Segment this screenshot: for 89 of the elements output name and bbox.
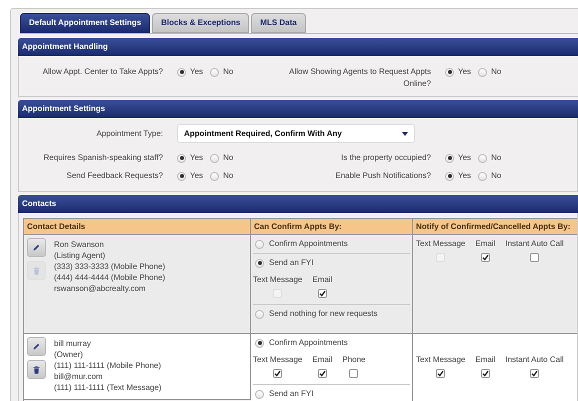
radio-button[interactable] — [445, 172, 454, 180]
radio-button[interactable] — [255, 338, 264, 348]
radio-button[interactable] — [177, 154, 186, 162]
column-header: Notify of Confirmed/Cancelled Appts By: — [413, 219, 577, 235]
contact-detail: bill murray — [54, 338, 92, 349]
option-label: Yes — [190, 152, 204, 164]
checkbox-label: Email — [475, 238, 496, 250]
section-header: Appointment Settings — [18, 100, 578, 118]
radio-button[interactable] — [210, 154, 220, 162]
radio-button[interactable] — [445, 68, 454, 76]
delete-button[interactable] — [27, 360, 46, 379]
radio-button[interactable] — [177, 172, 186, 180]
checkbox-label: Instant Auto Call — [505, 354, 564, 366]
checkbox-label: Email — [312, 274, 332, 286]
option-label: Yes — [458, 170, 472, 182]
radio-button[interactable] — [445, 154, 454, 162]
checkbox[interactable] — [318, 289, 327, 298]
contact-detail: (333) 333-3333 (Mobile Phone) — [54, 261, 166, 272]
question-label: Send Feedback Requests? — [65, 170, 164, 182]
checkbox-label: Email — [475, 354, 496, 366]
question-label: Allow Showing Agents to Request Appts Online? — [288, 66, 432, 90]
column-header: Contact Details — [24, 219, 251, 235]
checkbox[interactable] — [318, 369, 327, 378]
radio-button[interactable] — [255, 258, 264, 268]
checkbox-label: Text Message — [416, 238, 466, 250]
radio-button[interactable] — [478, 68, 488, 76]
option-label: No — [223, 66, 234, 78]
edit-button[interactable] — [27, 238, 46, 257]
radio-button[interactable] — [255, 310, 264, 318]
checkbox[interactable] — [530, 369, 539, 378]
question-label: Allow Appt. Center to Take Appts? — [42, 66, 164, 78]
option-label: Send an FYI — [269, 257, 314, 269]
radio-button[interactable] — [210, 172, 220, 180]
option-label: No — [491, 170, 502, 182]
checkbox-label: Email — [312, 354, 332, 366]
column-header: Can Confirm Appts By: — [251, 219, 413, 235]
pencil-icon — [33, 343, 40, 350]
radio-button[interactable] — [255, 390, 264, 398]
radio-button[interactable] — [478, 172, 488, 180]
appointment-type-dropdown[interactable]: Appointment Required, Confirm With Any — [177, 124, 415, 143]
checkbox-label: Instant Auto Call — [505, 238, 564, 250]
contact-detail: (111) 111-1111 (Text Message) — [54, 382, 162, 393]
pencil-icon — [33, 244, 40, 251]
contact-detail: bill@mur.com — [54, 371, 104, 382]
checkbox-label: Text Message — [416, 354, 466, 366]
radio-button[interactable] — [210, 68, 220, 76]
option-label: Confirm Appointments — [269, 337, 348, 349]
option-label: Yes — [458, 66, 472, 78]
checkbox[interactable] — [436, 369, 446, 378]
option-label: Yes — [190, 170, 204, 182]
tab[interactable]: Default Appointment Settings — [20, 13, 150, 33]
contact-detail: (Listing Agent) — [54, 250, 106, 261]
radio-button[interactable] — [478, 154, 488, 162]
option-label: Send an FYI — [269, 388, 314, 400]
checkbox-label: Text Message — [253, 354, 302, 366]
option-label: Confirm Appointments — [269, 238, 348, 250]
option-label: No — [223, 152, 234, 164]
radio-button[interactable] — [177, 68, 186, 76]
checkbox[interactable] — [273, 369, 282, 378]
contact-detail: (111) 111-1111 (Mobile Phone) — [54, 360, 162, 371]
option-label: Send nothing for new requests — [269, 308, 378, 320]
trash-icon — [33, 266, 40, 274]
section-header: Contacts — [18, 195, 578, 213]
option-label: No — [491, 66, 502, 78]
section-header: Appointment Handling — [18, 38, 578, 56]
checkbox-label: Phone — [342, 354, 366, 366]
edit-button[interactable] — [27, 337, 46, 356]
contact-detail: (444) 444-4444 (Mobile Phone) — [54, 272, 166, 283]
option-label: No — [491, 152, 502, 164]
option-label: Yes — [190, 66, 204, 78]
trash-icon — [33, 366, 40, 374]
question-label: Is the property occupied? — [340, 152, 432, 164]
question-label: Requires Spanish-speaking staff? — [42, 152, 164, 164]
checkbox[interactable] — [480, 253, 490, 262]
radio-button[interactable] — [255, 240, 264, 248]
tab[interactable]: Blocks & Exceptions — [152, 13, 250, 33]
checkbox[interactable] — [480, 369, 490, 378]
field-label: Appointment Type: — [95, 128, 164, 140]
question-label: Enable Push Notifications? — [334, 170, 432, 182]
caret-icon — [402, 132, 408, 136]
contact-detail: rswanson@abcrealty.com — [54, 283, 147, 294]
checkbox[interactable] — [349, 369, 358, 378]
checkbox-label: Text Message — [253, 274, 302, 286]
contact-detail: Ron Swanson — [54, 239, 105, 250]
tab[interactable]: MLS Data — [251, 13, 306, 33]
option-label: Yes — [458, 152, 472, 164]
option-label: No — [223, 170, 234, 182]
contact-detail: (Owner) — [54, 349, 84, 360]
checkbox[interactable] — [530, 253, 539, 262]
